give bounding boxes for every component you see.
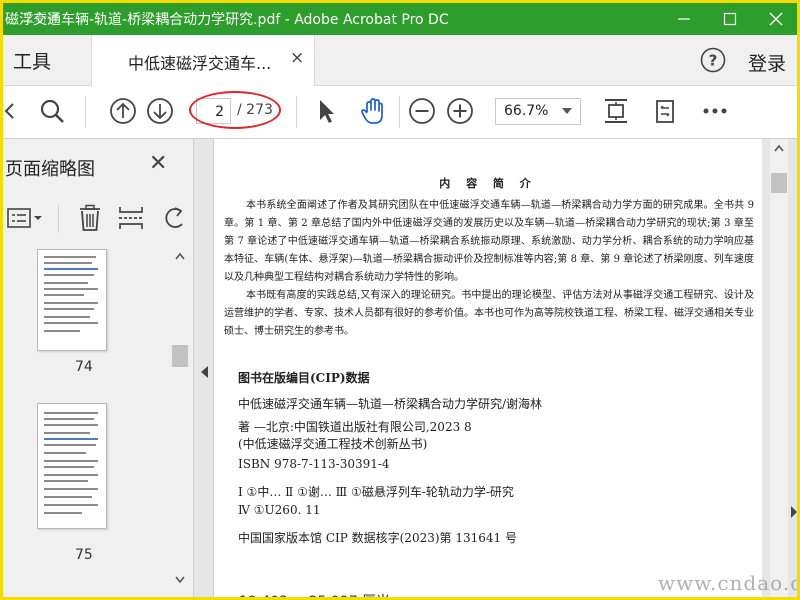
- cip-line: ISBN 978-7-113-30391-4: [238, 457, 390, 471]
- toolbar-separator: [399, 96, 400, 128]
- minimize-button[interactable]: [661, 3, 707, 35]
- tab-document[interactable]: 中低速磁浮交通车... ×: [91, 35, 315, 86]
- minimize-icon: [678, 18, 690, 20]
- chevron-down-icon: [562, 108, 572, 114]
- maximize-button[interactable]: [707, 3, 753, 35]
- panel-toolbar: [3, 199, 193, 239]
- panel-title: 页面缩略图: [5, 159, 95, 180]
- zoom-in-icon[interactable]: [445, 96, 475, 126]
- thumbnail-page-74[interactable]: [37, 249, 107, 351]
- expand-left-panel-icon[interactable]: [201, 366, 208, 378]
- rotate-page-icon[interactable]: [650, 96, 680, 126]
- watermark-site: www.cndao.com: [658, 571, 797, 595]
- insert-page-icon[interactable]: [117, 205, 145, 231]
- close-window-button[interactable]: [753, 3, 797, 35]
- intro-paragraph: 本书系统全面阐述了作者及其研究团队在中低速磁浮交通车辆—轨道—桥梁耦合动力学方面…: [224, 200, 754, 283]
- pdf-page: 内 容 简 介 本书系统全面阐述了作者及其研究团队在中低速磁浮交通车辆—轨道—桥…: [213, 139, 762, 597]
- zoom-select[interactable]: 66.7%: [495, 98, 581, 125]
- login-button[interactable]: 登录: [748, 49, 786, 76]
- thumbnail-label: 75: [75, 547, 93, 563]
- cip-line: Ⅰ ①中… Ⅱ ①谢… Ⅲ ①磁悬浮列车-轮轨动力学-研究: [238, 485, 514, 499]
- panel-separator: [58, 205, 59, 233]
- thumbnail-list: 74 75: [3, 249, 171, 597]
- tab-document-title: 中低速磁浮交通车...: [128, 54, 272, 73]
- previous-page-icon[interactable]: [108, 96, 138, 126]
- cip-line: 中低速磁浮交通车辆—轨道—桥梁耦合动力学研究/谢海林: [238, 397, 543, 411]
- document-view[interactable]: 内 容 简 介 本书系统全面阐述了作者及其研究团队在中低速磁浮交通车辆—轨道—桥…: [194, 139, 797, 597]
- fit-page-icon[interactable]: [601, 96, 631, 126]
- zoom-out-icon[interactable]: [407, 96, 437, 126]
- page-thumbnails-panel: 页面缩略图 ✕ 74 75: [3, 139, 194, 597]
- panel-close-button[interactable]: ✕: [149, 151, 167, 176]
- intro-paragraph: 本书既有高度的实践总结,又有深入的理论研究。书中提出的理论模型、评估方法对从事磁…: [224, 290, 754, 337]
- cip-line: 著 —北京:中国铁道出版社有限公司,2023 8: [238, 420, 472, 434]
- thumbnail-scrollbar[interactable]: [171, 249, 189, 589]
- scrollbar-thumb[interactable]: [172, 345, 188, 367]
- app-window: 磁浮交通车辆-轨道-桥梁耦合动力学研究.pdf - Adobe Acrobat …: [0, 0, 800, 600]
- title-bar: 磁浮交通车辆-轨道-桥梁耦合动力学研究.pdf - Adobe Acrobat …: [3, 3, 797, 35]
- prev-view-icon[interactable]: [3, 96, 33, 126]
- cip-title: 图书在版编目(CIP)数据: [238, 371, 370, 385]
- main-toolbar: 2 / 273 66.7%: [3, 86, 797, 139]
- page-size-status: 19.403 × 25.997 厘米: [239, 591, 390, 597]
- svg-text:?: ?: [709, 52, 718, 70]
- search-icon[interactable]: [37, 96, 67, 126]
- help-icon[interactable]: ?: [700, 47, 726, 73]
- hand-tool-icon[interactable]: [358, 96, 388, 126]
- annotation-ellipse: [189, 91, 281, 129]
- more-options-icon[interactable]: [700, 96, 730, 126]
- rotate-icon[interactable]: [161, 205, 189, 231]
- cip-line: Ⅳ ①U260. 11: [238, 503, 321, 517]
- zoom-value: 66.7%: [504, 103, 549, 119]
- expand-right-panel-icon[interactable]: [791, 506, 797, 518]
- document-scrollbar[interactable]: [770, 139, 788, 597]
- tab-tools[interactable]: 工具: [13, 47, 51, 74]
- window-title: 磁浮交通车辆-轨道-桥梁耦合动力学研究.pdf - Adobe Acrobat …: [5, 12, 449, 28]
- scrollbar-thumb[interactable]: [771, 173, 787, 193]
- thumbnail-options-icon[interactable]: [7, 207, 43, 229]
- maximize-icon: [723, 12, 737, 26]
- select-cursor-icon[interactable]: [311, 96, 341, 126]
- tab-close-button[interactable]: ×: [290, 48, 304, 68]
- section-heading: 内 容 简 介: [439, 177, 537, 190]
- toolbar-separator: [85, 96, 86, 128]
- tab-row: 工具 中低速磁浮交通车... × ? 登录: [3, 35, 797, 86]
- cip-line: 中国国家版本馆 CIP 数据核字(2023)第 131641 号: [238, 531, 517, 545]
- next-page-icon[interactable]: [145, 96, 175, 126]
- thumbnail-label: 74: [75, 359, 93, 375]
- toolbar-separator: [296, 96, 297, 128]
- cip-line: (中低速磁浮交通工程技术创新丛书): [238, 437, 428, 451]
- thumbnail-page-75[interactable]: [37, 403, 107, 529]
- watermark-logo: 之新号: [23, 11, 60, 25]
- trash-icon[interactable]: [77, 204, 103, 232]
- close-icon: [769, 12, 783, 26]
